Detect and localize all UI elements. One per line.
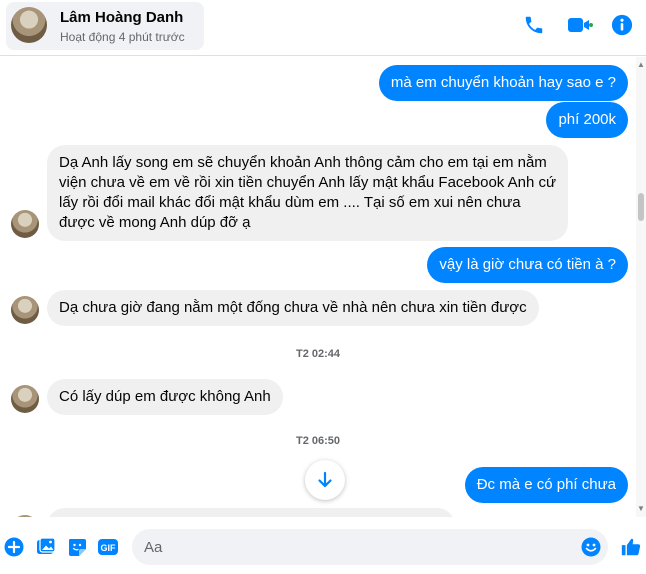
sticker-icon [69,539,86,556]
conversation-info-button[interactable] [609,12,635,38]
incoming-message[interactable]: Dạ chưa giờ đang nằm một đống chưa về nh… [47,290,539,326]
photo-icon [37,537,56,554]
conversation-header: Lâm Hoàng Danh Hoạt động 4 phút trước [0,0,646,56]
sender-avatar[interactable] [11,515,39,517]
emoji-icon [581,537,601,557]
video-call-button[interactable] [567,12,593,38]
scroll-to-bottom-button[interactable] [305,460,345,500]
contact-status: Hoạt động 4 phút trước [60,30,185,44]
gif-button[interactable]: GIF [97,536,119,558]
message-line: lấy rồi đổi mail khác đổi mật khẩu dùm e… [59,194,521,211]
message-thread[interactable]: mà em chuyển khoản hay sao e ? phí 200k … [0,57,636,517]
message-line: Dạ Anh lấy song em sẽ chuyển khoản Anh t… [59,154,547,171]
message-line: viện chưa về em về rồi xin tiền chuyển A… [59,174,557,191]
message-line: được về mong Anh dúp đỡ ạ [59,214,251,231]
scroll-down-arrow-icon[interactable]: ▼ [637,505,645,513]
outgoing-message[interactable]: mà em chuyển khoản hay sao e ? [378,65,628,101]
outgoing-message[interactable]: vậy là giờ chưa có tiền à ? [427,247,628,283]
timestamp: T2 02:44 [295,348,341,360]
thread-scrollbar[interactable]: ▲ ▼ [636,57,646,517]
incoming-message[interactable]: Có lấy dúp em được không Anh [47,379,283,415]
sender-avatar[interactable] [11,210,39,238]
outgoing-message[interactable]: phí 200k [546,102,628,138]
sticker-button[interactable] [66,536,88,558]
arrow-down-icon [318,471,332,488]
gif-icon: GIF [98,539,118,555]
message-input-placeholder: Aa [144,539,163,556]
message-input[interactable]: Aa [132,529,608,565]
contact-avatar[interactable] [11,7,47,43]
like-icon [621,538,641,556]
voice-call-button[interactable] [521,12,547,38]
incoming-message-partial[interactable] [47,508,455,517]
scroll-up-arrow-icon[interactable]: ▲ [637,61,645,69]
gif-icon-label: GIF [101,543,117,553]
video-camera-icon [568,18,593,32]
info-icon [611,14,633,36]
sender-avatar[interactable] [11,385,39,413]
like-button[interactable] [619,535,643,559]
outgoing-message[interactable]: Đc mà e có phí chưa [464,467,628,503]
more-actions-button[interactable] [3,536,25,558]
contact-name: Lâm Hoàng Danh [60,9,184,26]
phone-icon [525,16,543,34]
plus-circle-icon [4,537,24,557]
timestamp: T2 06:50 [295,435,341,447]
sender-avatar[interactable] [11,296,39,324]
incoming-message[interactable]: Dạ Anh lấy song em sẽ chuyển khoản Anh t… [47,145,569,241]
contact-info[interactable]: Lâm Hoàng Danh Hoạt động 4 phút trước [6,2,204,50]
scrollbar-thumb[interactable] [638,193,644,221]
emoji-button[interactable] [580,536,602,558]
message-composer: GIF Aa [0,520,646,574]
attach-photo-button[interactable] [35,536,57,558]
